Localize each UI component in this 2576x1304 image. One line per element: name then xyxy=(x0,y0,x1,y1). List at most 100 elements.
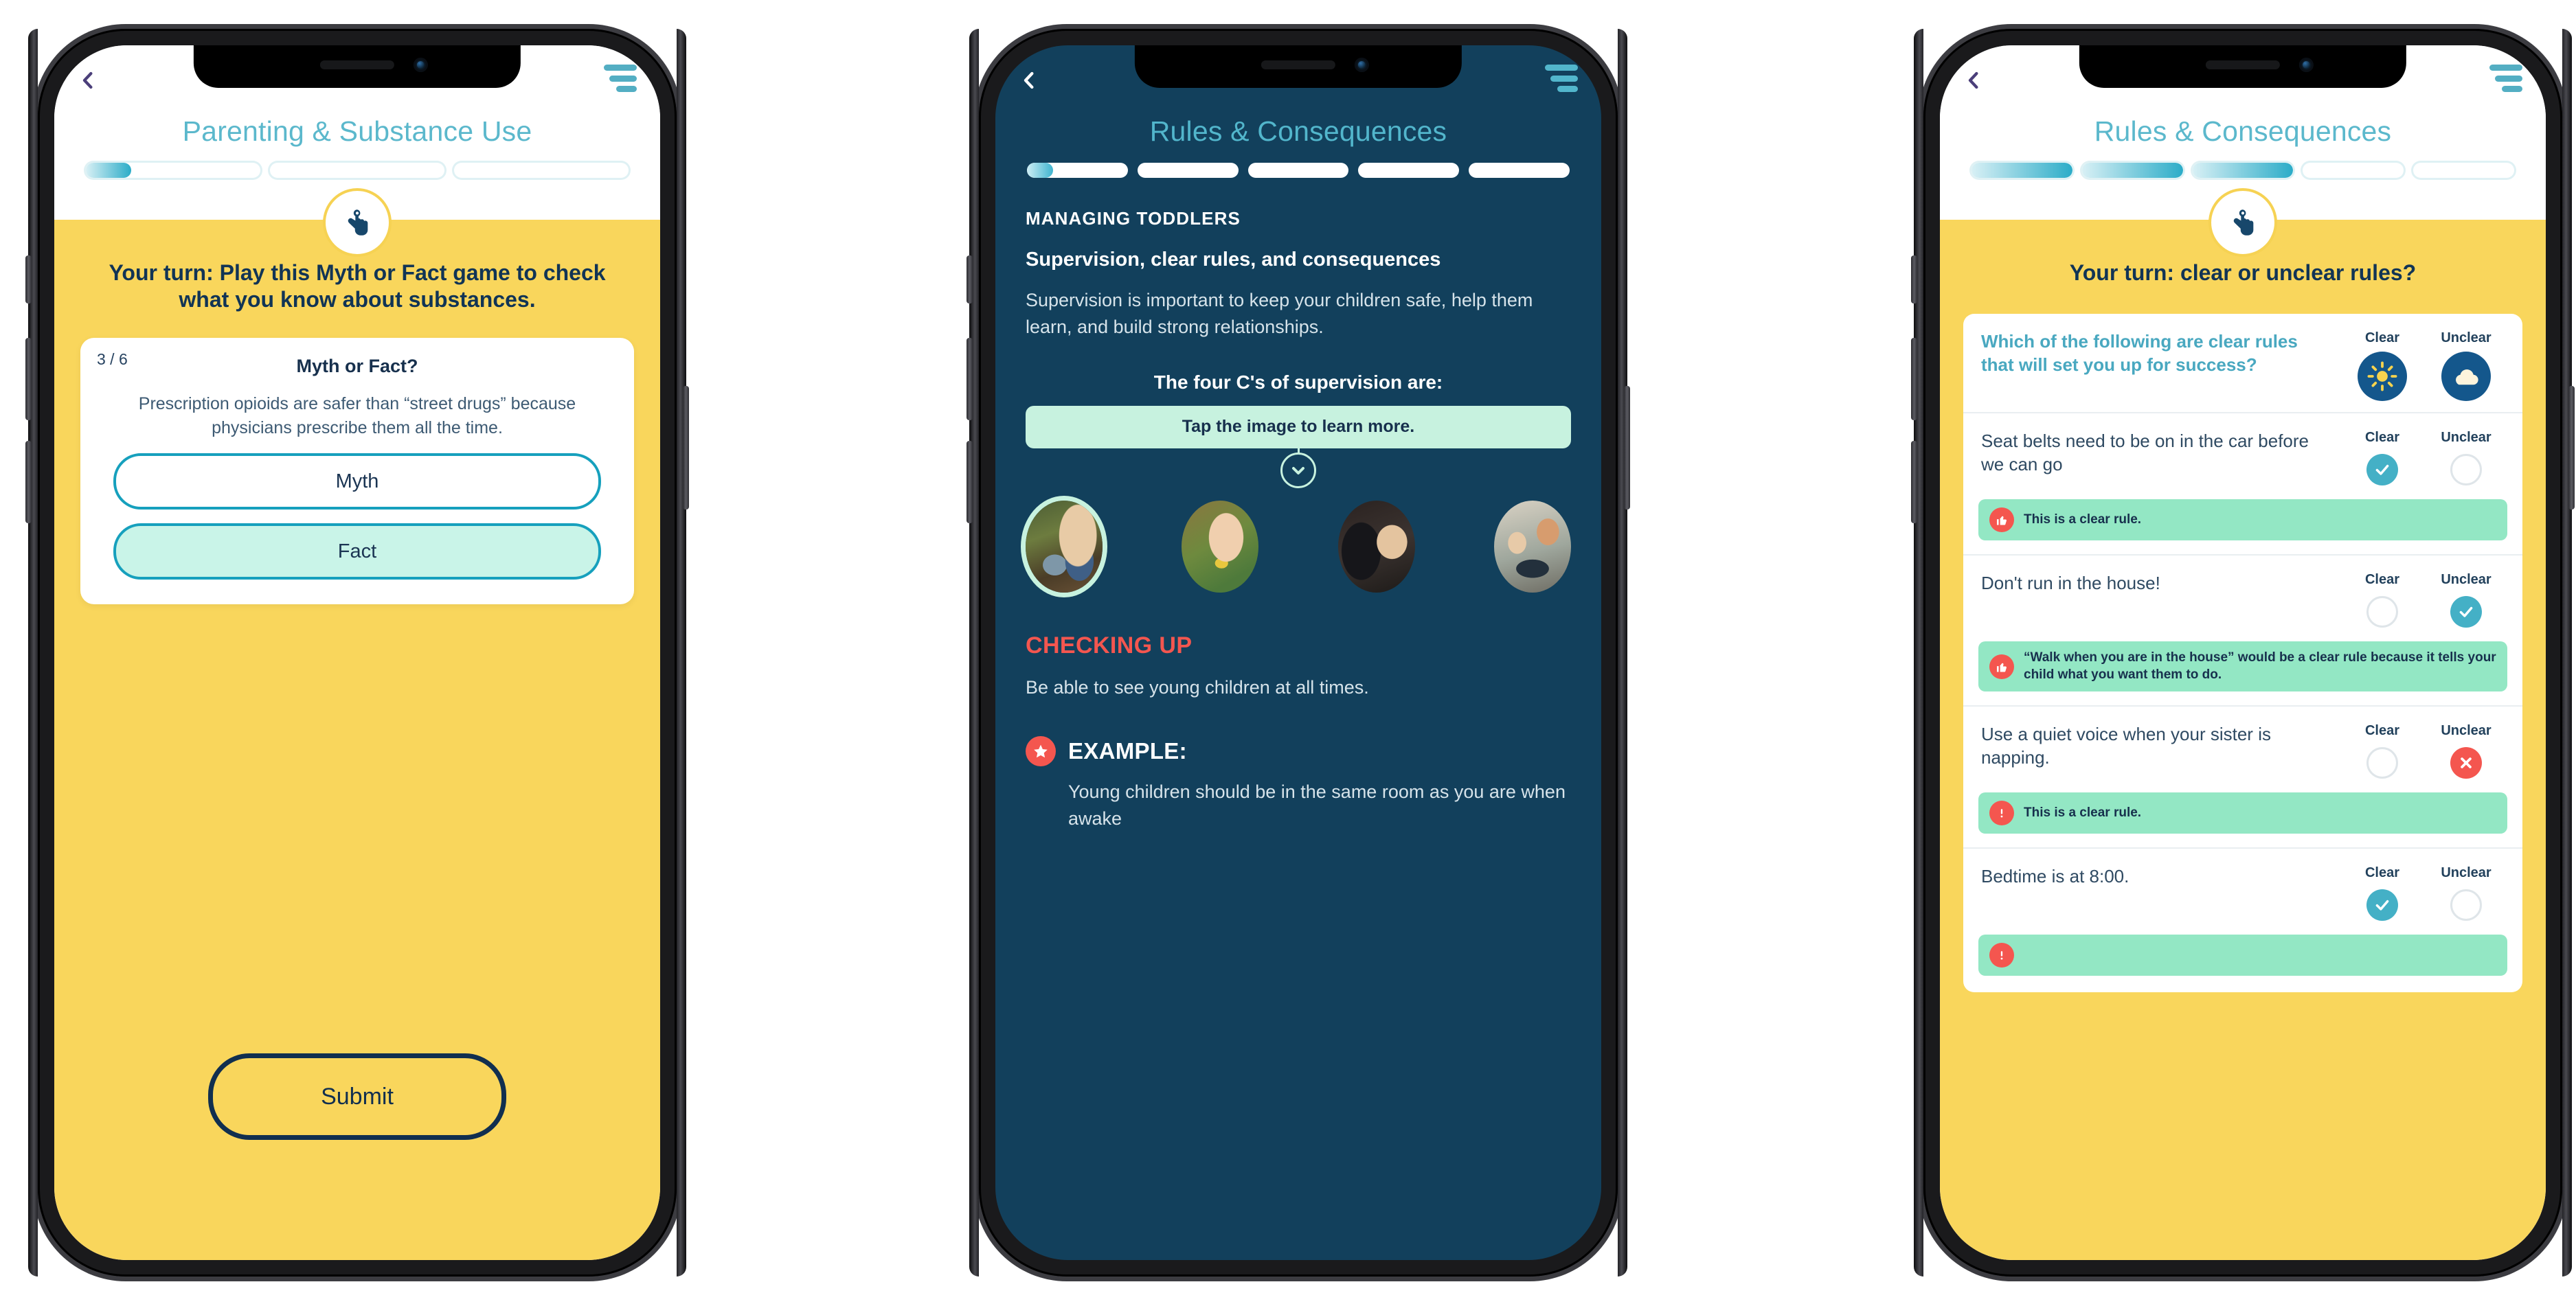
thumbs-up-icon xyxy=(1989,654,2014,679)
quiz-row: Bedtime is at 8:00. Clear Unclear xyxy=(1963,847,2522,932)
progress-segment xyxy=(1469,163,1570,178)
radio-empty-icon[interactable] xyxy=(2450,454,2482,486)
back-button[interactable] xyxy=(1019,70,1039,91)
mother-with-two-children-tablet-photo[interactable] xyxy=(1493,500,1571,593)
hamburger-menu-icon[interactable] xyxy=(604,65,637,92)
phone-1-content: Your turn: Play this Myth or Fact game t… xyxy=(54,188,660,1260)
tap-hand-icon xyxy=(2208,188,2277,257)
progress-segment xyxy=(1247,163,1349,178)
earpiece-speaker xyxy=(1261,60,1335,69)
quiz-feedback-text: This is a clear rule. xyxy=(2024,512,2142,527)
column-label: Unclear xyxy=(2441,865,2492,881)
volume-up-button xyxy=(1911,338,1917,420)
quiz-row-unclear: Unclear xyxy=(2428,430,2505,486)
check-icon[interactable] xyxy=(2366,454,2398,486)
phone-1-screen: Parenting & Substance Use Your turn: Pla… xyxy=(54,45,660,1260)
progress-segment xyxy=(2413,163,2514,178)
quiz-header-row: Which of the following are clear rules t… xyxy=(1963,314,2522,412)
radio-empty-icon[interactable] xyxy=(2450,889,2482,922)
section-heading: Supervision, clear rules, and consequenc… xyxy=(1026,249,1441,271)
phone-1-frame: Parenting & Substance Use Your turn: Pla… xyxy=(25,29,689,1277)
progress-segment xyxy=(1971,163,2072,178)
turn-prompt: Your turn: clear or unclear rules? xyxy=(2069,260,2417,285)
radio-empty-icon[interactable] xyxy=(2366,596,2398,628)
phone-3-content: Your turn: clear or unclear rules? Which… xyxy=(1940,188,2546,1260)
check-icon[interactable] xyxy=(2450,596,2482,628)
earpiece-speaker xyxy=(319,60,394,69)
progress-segment xyxy=(2192,163,2294,178)
quiz-row-text: Seat belts need to be on in the car befo… xyxy=(1981,431,2309,474)
tap-image-hint[interactable]: Tap the image to learn more. xyxy=(1026,405,1571,448)
phone-2-frame: Rules & Consequences MANAGING TODDLERS S… xyxy=(967,29,1630,1277)
phone-2-screen: Rules & Consequences MANAGING TODDLERS S… xyxy=(995,45,1601,1260)
progress-segment xyxy=(2303,163,2404,178)
choice-fact-button[interactable]: Fact xyxy=(113,523,601,580)
column-label: Clear xyxy=(2364,723,2400,739)
quiz-row-unclear: Unclear xyxy=(2428,572,2505,628)
quiz-row-text: Bedtime is at 8:00. xyxy=(1981,866,2129,887)
sun-icon xyxy=(2358,352,2407,402)
power-button xyxy=(683,386,689,510)
question-text: Prescription opioids are safer than “str… xyxy=(138,394,576,437)
choice-myth-button[interactable]: Myth xyxy=(113,453,601,510)
clear-unclear-quiz-card: Which of the following are clear rules t… xyxy=(1963,314,2522,993)
progress-segment xyxy=(1137,163,1239,178)
child-watering-plants-photo[interactable] xyxy=(1026,500,1103,593)
quiz-row-text: Don't run in the house! xyxy=(1981,573,2160,594)
progress-segment xyxy=(270,163,444,178)
three-phone-mockup-stage: Parenting & Substance Use Your turn: Pla… xyxy=(0,0,2576,1304)
column-label: Unclear xyxy=(2441,723,2492,739)
cloud-icon xyxy=(2441,352,2491,402)
mute-switch xyxy=(1911,255,1917,304)
parent-hugging-child-photo[interactable] xyxy=(1337,500,1415,593)
checking-up-body: Be able to see young children at all tim… xyxy=(1026,676,1369,698)
quiz-row-clear: Clear xyxy=(2344,865,2421,922)
question-counter: 3 / 6 xyxy=(97,350,128,369)
page-title: Rules & Consequences xyxy=(2094,115,2392,147)
notch xyxy=(193,45,521,88)
progress-bar xyxy=(54,148,660,178)
exclamation-icon xyxy=(1989,801,2014,826)
quiz-row-unclear: Unclear xyxy=(2428,865,2505,922)
progress-segment xyxy=(2081,163,2183,178)
back-button[interactable] xyxy=(78,70,98,91)
phone-2-content: MANAGING TODDLERS Supervision, clear rul… xyxy=(995,178,1601,832)
star-icon xyxy=(1026,736,1056,767)
child-with-paint-photo[interactable] xyxy=(1182,500,1259,593)
quiz-row-clear: Clear xyxy=(2344,430,2421,486)
submit-button[interactable]: Submit xyxy=(208,1053,506,1140)
quiz-row: Seat belts need to be on in the car befo… xyxy=(1963,412,2522,496)
column-label: Clear xyxy=(2364,330,2400,346)
quiz-row: Don't run in the house! Clear Unclear xyxy=(1963,554,2522,639)
radio-empty-icon[interactable] xyxy=(2366,747,2398,779)
check-icon[interactable] xyxy=(2366,889,2398,922)
front-camera xyxy=(1354,58,1369,72)
mute-switch xyxy=(25,255,32,304)
front-camera xyxy=(413,58,428,72)
cross-icon[interactable] xyxy=(2450,747,2482,779)
four-cs-thumbnails xyxy=(1026,500,1571,593)
progress-bar xyxy=(995,148,1601,178)
chevron-down-icon xyxy=(1280,452,1316,488)
quiz-row-unclear: Unclear xyxy=(2428,723,2505,779)
example-body: Young children should be in the same roo… xyxy=(1068,781,1566,829)
volume-down-button xyxy=(1911,441,1917,523)
hamburger-menu-icon[interactable] xyxy=(1545,65,1578,92)
notch xyxy=(2079,45,2407,88)
progress-segment xyxy=(86,163,260,178)
quiz-feedback: This is a clear rule. xyxy=(1978,499,2507,541)
volume-up-button xyxy=(967,338,973,420)
question-title: Myth or Fact? xyxy=(296,356,418,377)
column-label: Unclear xyxy=(2441,572,2492,588)
example-label: EXAMPLE: xyxy=(1068,738,1187,764)
quiz-card: 3 / 6 Myth or Fact? Prescription opioids… xyxy=(80,338,634,605)
phone-3-frame: Rules & Consequences Your turn: clear or… xyxy=(1911,29,2575,1277)
column-unclear: Unclear xyxy=(2428,330,2505,402)
hamburger-menu-icon[interactable] xyxy=(2489,65,2522,92)
front-camera xyxy=(2298,58,2314,72)
back-button[interactable] xyxy=(1963,70,1984,91)
earpiece-speaker xyxy=(2205,60,2280,69)
volume-down-button xyxy=(25,441,32,523)
tap-hand-icon xyxy=(323,188,392,257)
column-label: Unclear xyxy=(2441,330,2492,346)
